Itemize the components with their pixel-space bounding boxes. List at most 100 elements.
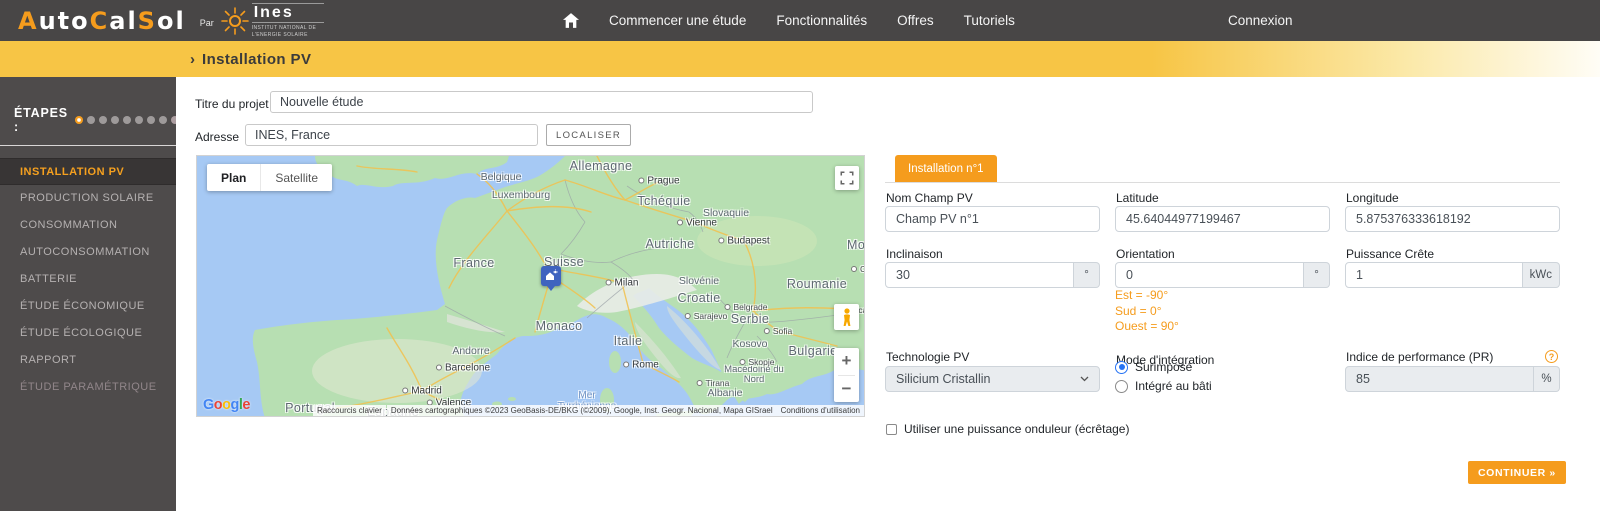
map-satellite-button[interactable]: Satellite [260,164,332,191]
map-label: Tchéquie [637,194,691,208]
pv-technology-select[interactable]: Silicium Cristallin [885,366,1100,392]
map-label: Chișinău [851,264,864,274]
map-label: Belgrade [724,302,767,312]
pr-unit: % [1534,366,1560,392]
address-label: Adresse [195,130,240,144]
sidebar: ÉTAPES : INSTALLATION PV PRODUCTION SOLAI… [0,77,179,511]
sidebar-item--tude-conomique[interactable]: ÉTUDE ÉCONOMIQUE [0,293,176,320]
step-dot [74,116,83,124]
tab-installation-1[interactable]: Installation n°1 [895,155,997,183]
terms-link[interactable]: Conditions d'utilisation [776,405,864,416]
sidebar-item-rapport[interactable]: RAPPORT [0,347,176,374]
tilt-input[interactable] [885,262,1074,288]
map-label: Albanie [707,387,743,399]
address-input[interactable] [245,124,538,146]
orientation-group: ° [1115,262,1330,288]
map-label: Serbie [730,312,770,326]
map-label: Andorre [452,345,490,357]
breadcrumb-arrow-icon: › [190,50,195,68]
field-name-label: Nom Champ PV [886,191,973,205]
map[interactable]: FranceEspagnePortugalAllemagneBelgiqueLu… [196,155,865,417]
sidebar-item-production-solaire[interactable]: PRODUCTION SOLAIRE [0,185,176,212]
inverter-power-checkbox[interactable] [886,423,897,435]
pr-label: Indice de performance (PR) [1346,350,1494,364]
map-type-control: Plan Satellite [207,164,333,191]
orientation-unit: ° [1304,262,1330,288]
field-name-input[interactable] [885,206,1100,232]
keyboard-shortcuts-link[interactable]: Raccourcis clavier [312,405,386,416]
map-label: Prague [638,176,679,187]
sidebar-item-batterie[interactable]: BATTERIE [0,266,176,293]
steps-progress-dots [74,116,179,124]
orientation-hint: Sud = 0° [1115,303,1162,318]
main-content: Titre du projet Adresse LOCALISER [176,77,1600,511]
tilt-label: Inclinaison [886,247,943,261]
integration-option-surimposé[interactable]: Surimposé [1115,360,1212,374]
map-marker[interactable] [541,266,561,291]
localize-button[interactable]: LOCALISER [546,124,632,146]
peak-power-input[interactable] [1345,262,1523,288]
sidebar-item--tude-param-trique[interactable]: ÉTUDE PARAMÉTRIQUE [0,374,176,401]
radio-icon[interactable] [1115,379,1128,393]
map-plan-button[interactable]: Plan [207,164,260,191]
continue-button[interactable]: CONTINUER » [1468,461,1566,484]
sidebar-item-installation-pv[interactable]: INSTALLATION PV [0,158,176,185]
project-title-input[interactable] [270,91,813,113]
chevron-down-icon [1080,376,1089,382]
google-logo: Google [203,397,250,413]
radio-selected-icon[interactable] [1115,360,1128,374]
tilt-unit: ° [1074,262,1100,288]
map-fullscreen-button[interactable] [835,166,859,190]
help-icon[interactable]: ? [1545,350,1558,363]
orientation-hint: Ouest = 90° [1115,319,1179,333]
pr-input[interactable] [1345,366,1534,392]
logo-segment: al [109,6,138,35]
peak-power-label: Puissance Crête [1346,247,1435,261]
tilt-group: ° [885,262,1100,288]
integration-option-intégré-au-bâti[interactable]: Intégré au bâti [1115,379,1212,393]
home-icon[interactable] [563,13,579,28]
brand: AutoCalSol Par Ines INSTITUT NATIONAL DE… [18,0,324,41]
map-label: Slovénie [678,275,720,287]
zoom-out-button[interactable]: − [834,376,859,403]
pr-group: % [1345,366,1560,392]
nav-item-offres[interactable]: Offres [897,13,934,28]
orientation-hint: Est = -90° [1115,288,1169,302]
ines-text: Ines INSTITUT NATIONAL DE L'ENERGIE SOLA… [251,3,324,38]
attribution-data: Données cartographiques ©2023 GeoBasis-D… [386,405,777,416]
map-label: Autriche [645,237,695,251]
nav-item-fonctionnalit-s[interactable]: Fonctionnalités [776,13,867,28]
logo-segment: A [18,6,39,35]
map-label: Skopje [740,357,775,367]
ines-logo[interactable]: Ines INSTITUT NATIONAL DE L'ENERGIE SOLA… [220,3,324,38]
map-label: Luxembourg [491,189,551,201]
breadcrumb-banner: › Installation PV [0,41,1600,77]
map-label: Rome [623,360,659,371]
logo-segment: ol [156,6,186,35]
orientation-input[interactable] [1115,262,1304,288]
longitude-input[interactable] [1345,206,1560,232]
sidebar-item--tude-cologique[interactable]: ÉTUDE ÉCOLOGIQUE [0,320,176,347]
autocalsol-logo[interactable]: AutoCalSol [18,7,186,35]
integration-options: Surimposé Intégré au bâti [1115,360,1212,398]
map-label: Croatie [677,291,721,305]
inverter-power-checkbox-row[interactable]: Utiliser une puissance onduleur (écrêtag… [886,422,1129,436]
page: AutoCalSol Par Ines INSTITUT NATIONAL DE… [0,0,1600,511]
login-link[interactable]: Connexion [1228,0,1293,41]
map-label: Moldavie [847,238,865,252]
map-label: Tirana [697,378,730,388]
nav-item-tutoriels[interactable]: Tutoriels [964,13,1015,28]
map-label: Monaco [535,319,583,333]
map-pegman-control[interactable] [834,304,859,330]
zoom-in-button[interactable]: + [834,348,859,375]
sidebar-item-consommation[interactable]: CONSOMMATION [0,212,176,239]
map-label: Barcelone [436,363,490,374]
map-label: Sofia [764,326,792,336]
sidebar-item-autoconsommation[interactable]: AUTOCONSOMMATION [0,239,176,266]
ines-name: Ines [251,3,324,24]
pv-technology-label: Technologie PV [886,350,970,364]
latitude-input[interactable] [1115,206,1330,232]
map-attribution: Raccourcis clavier Données cartographiqu… [312,405,864,416]
sun-icon [220,6,249,35]
nav-item-commencer-une-tude[interactable]: Commencer une étude [609,13,746,28]
